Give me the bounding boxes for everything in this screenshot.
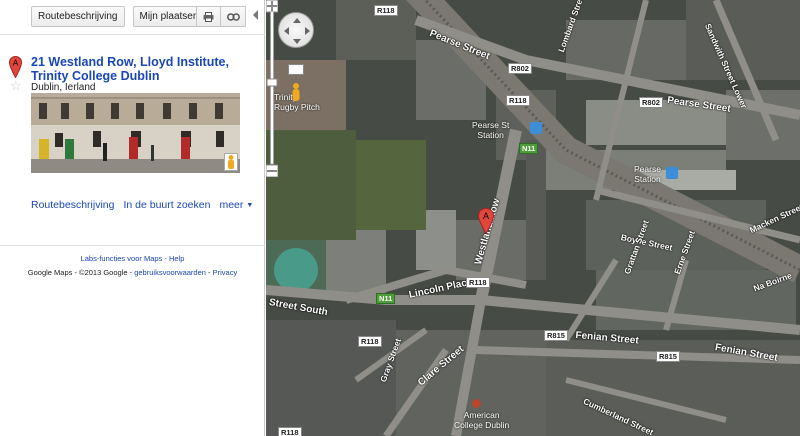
footer-links: Labs-functies voor Maps - Help <box>80 254 185 263</box>
train-station-icon[interactable] <box>666 167 678 179</box>
link-icon <box>226 12 240 21</box>
poi-label[interactable]: American College Dublin <box>454 410 509 430</box>
road-shield: R802 <box>639 97 663 108</box>
road-shield: N11 <box>376 293 396 304</box>
search-nearby-link[interactable]: In de buurt zoeken <box>123 199 210 211</box>
directions-link[interactable]: Routebeschrijving <box>31 199 114 211</box>
road-shield: R118 <box>466 277 490 288</box>
marker-a-icon: A <box>9 56 22 78</box>
place-title[interactable]: 21 Westland Row, Lloyd Institute, Trinit… <box>31 55 253 83</box>
print-button[interactable] <box>196 6 221 27</box>
share-tools <box>196 6 246 27</box>
caret-down-icon: ▼ <box>246 202 254 209</box>
street-view-thumbnail[interactable] <box>31 93 240 173</box>
collapse-panel-icon[interactable] <box>252 9 260 21</box>
copyright-text: Google Maps - ©2013 Google - <box>27 268 133 277</box>
train-station-icon[interactable] <box>530 122 542 134</box>
marker-letter: A <box>13 59 19 68</box>
side-panel: Routebeschrijving Mijn plaatsen A ☆ 21 W… <box>0 0 265 436</box>
pan-arrows-icon <box>284 18 310 44</box>
panel-toolbar: Routebeschrijving Mijn plaatsen <box>31 6 206 27</box>
street-view-image <box>31 93 240 173</box>
map-marker-a-icon[interactable]: A <box>478 208 494 234</box>
road-shield: R118 <box>278 427 302 436</box>
privacy-link[interactable]: Privacy <box>213 268 238 277</box>
pegman-thumbnail-icon[interactable] <box>224 153 238 171</box>
place-subtitle: Dublin, Ierland <box>31 82 96 93</box>
link-button[interactable] <box>221 6 246 27</box>
road-shield: R118 <box>374 5 398 16</box>
poi-label[interactable]: Pearse Station <box>634 164 661 184</box>
pan-control[interactable] <box>278 12 314 48</box>
road-shield: R802 <box>508 63 532 74</box>
labs-link[interactable]: Labs-functies voor Maps <box>81 254 163 263</box>
pegman-icon[interactable] <box>288 64 304 102</box>
road-shield: R118 <box>506 95 530 106</box>
poi-label[interactable]: Pearse St Station <box>472 120 509 140</box>
toolbar-divider <box>0 34 265 35</box>
print-icon <box>203 11 214 22</box>
road-shield: R118 <box>358 336 382 347</box>
more-label: meer <box>219 199 244 211</box>
school-icon[interactable] <box>472 399 481 408</box>
road-shield: N11 <box>519 143 539 154</box>
help-link[interactable]: Help <box>169 254 184 263</box>
marker-letter: A <box>483 211 489 221</box>
my-places-button[interactable]: Mijn plaatsen <box>132 6 206 27</box>
zoom-out-button[interactable] <box>290 227 302 239</box>
zoom-slider[interactable] <box>266 0 278 177</box>
footer-divider <box>0 245 265 246</box>
more-link[interactable]: meer ▼ <box>219 199 253 211</box>
place-actions: Routebeschrijving In de buurt zoeken mee… <box>31 199 253 211</box>
zoom-in-button[interactable] <box>290 106 302 118</box>
road-shield: R815 <box>544 330 568 341</box>
footer-legal: Google Maps - ©2013 Google - gebruiksvoo… <box>27 268 238 277</box>
star-icon[interactable]: ☆ <box>10 79 22 92</box>
satellite-map[interactable]: Pearse Street Pearse Street Westland Row… <box>266 0 800 436</box>
road-shield: R815 <box>656 351 680 362</box>
directions-button[interactable]: Routebeschrijving <box>31 6 125 27</box>
terms-link[interactable]: gebruiksvoorwaarden <box>134 268 206 277</box>
